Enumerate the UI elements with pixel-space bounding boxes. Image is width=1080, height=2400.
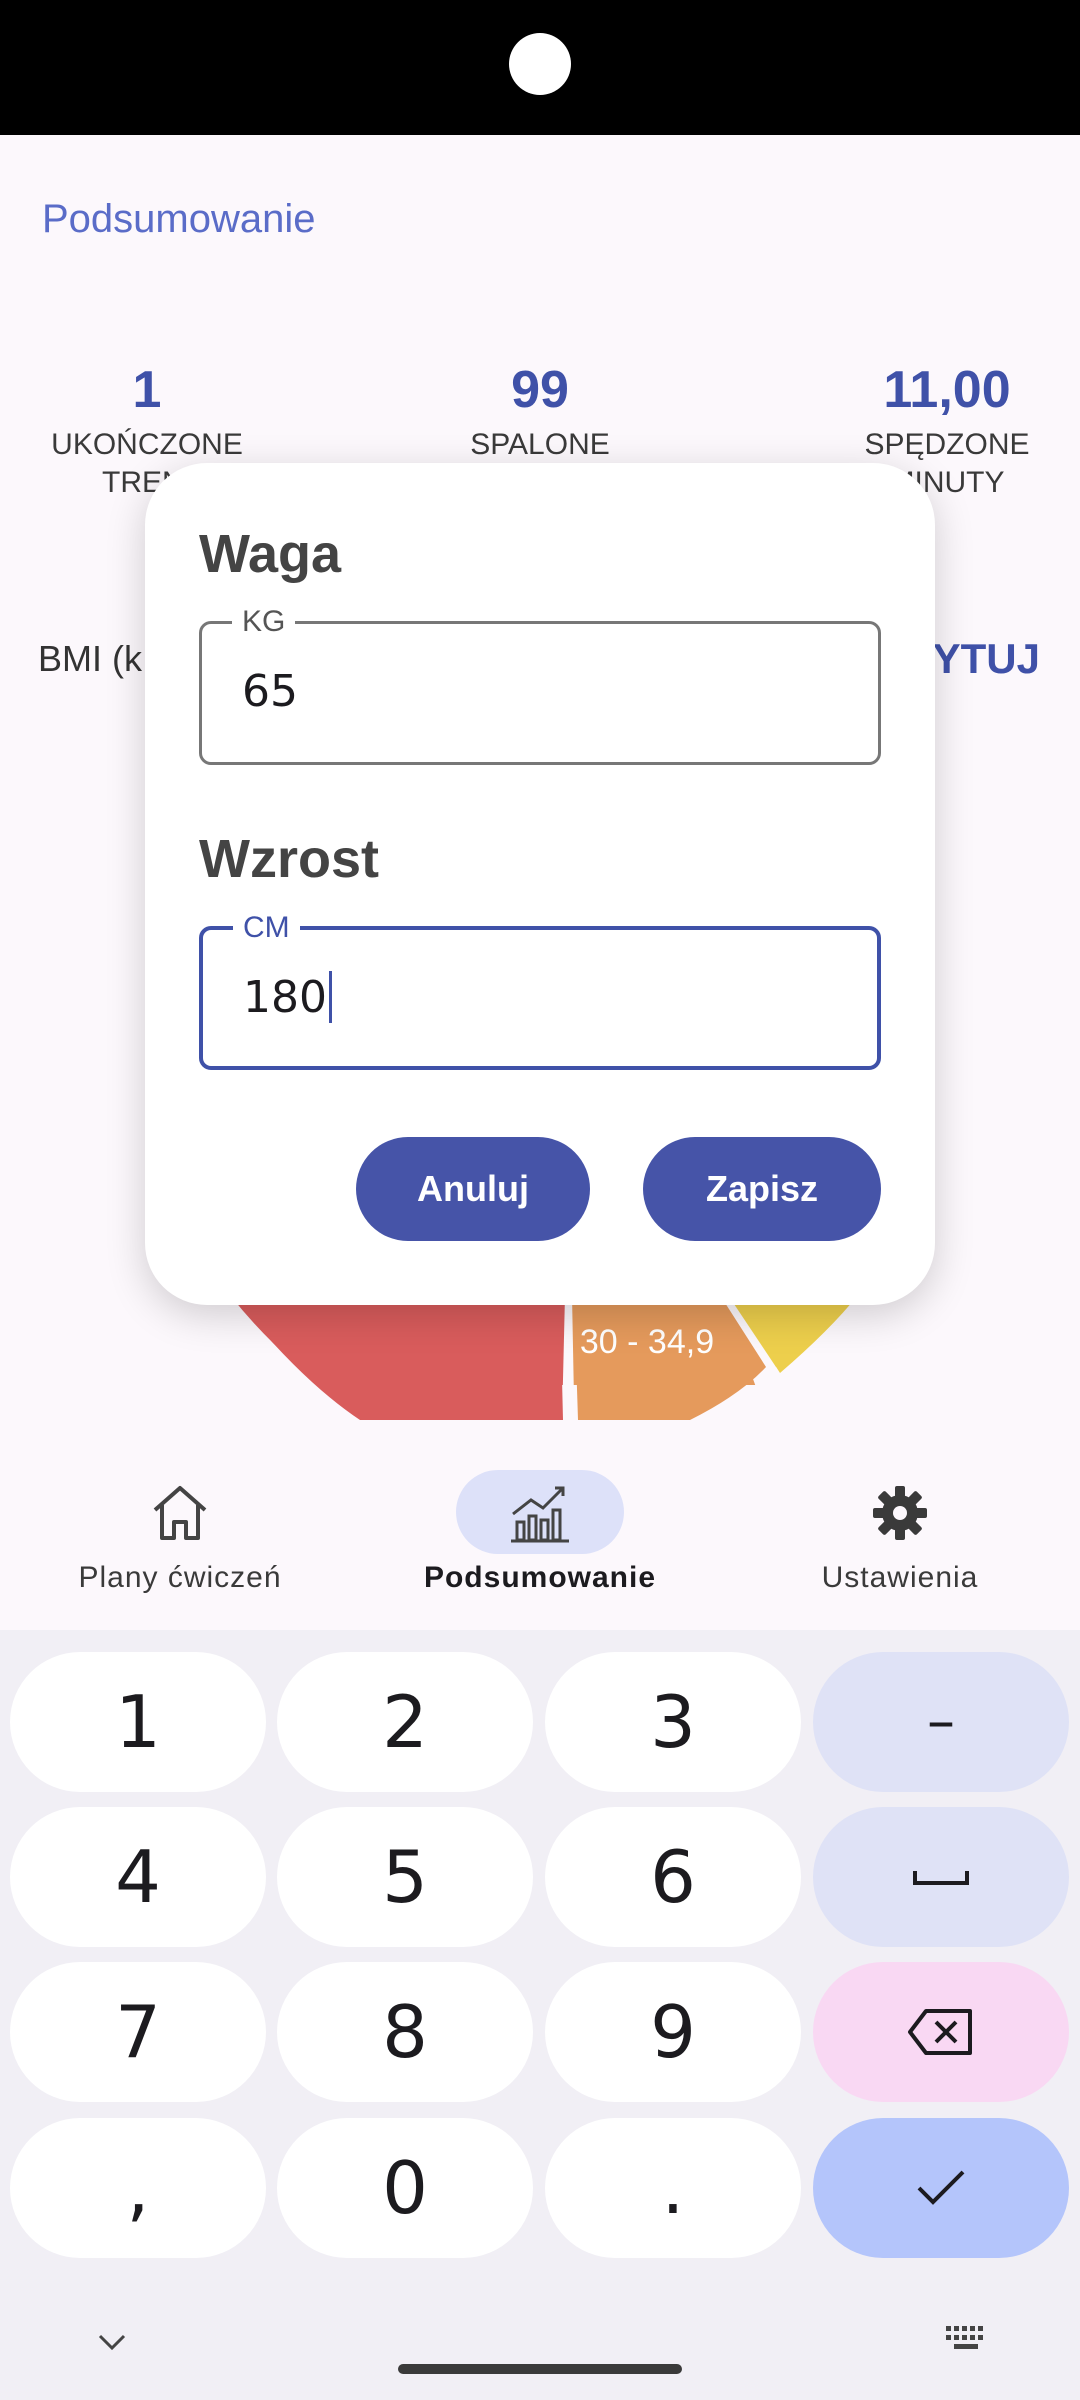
height-unit-label: CM: [233, 910, 300, 946]
nav-label: Podsumowanie: [423, 1561, 657, 1594]
home-icon: [153, 1486, 207, 1540]
bmi-segment-label: 30 - 34,9: [580, 1323, 714, 1361]
home-indicator[interactable]: [398, 2364, 682, 2374]
nav-label: Plany ćwiczeń: [78, 1561, 282, 1594]
backspace-icon: [908, 2009, 972, 2055]
stat-value: 99: [511, 361, 569, 419]
gear-icon: [873, 1486, 927, 1540]
key-backspace[interactable]: [813, 1962, 1069, 2102]
numeric-keyboard: 1 2 3 – 4 5 6 7 8 9 , 0 .: [0, 1630, 1080, 2400]
stat-label: SPĘDZONE: [864, 428, 1030, 461]
key-5[interactable]: 5: [277, 1807, 533, 1947]
stat-value: 1: [132, 361, 162, 419]
camera-cutout: [509, 33, 571, 95]
chart-icon: [511, 1486, 569, 1543]
height-field[interactable]: CM 180: [199, 910, 881, 1070]
space-icon: [913, 1871, 969, 1885]
weight-input[interactable]: 65: [242, 666, 298, 717]
key-3[interactable]: 3: [545, 1652, 801, 1792]
height-input-wrap[interactable]: 180: [243, 971, 332, 1023]
stat-value: 11,00: [883, 361, 1011, 419]
key-period[interactable]: .: [545, 2118, 801, 2258]
key-space[interactable]: [813, 1807, 1069, 1947]
nav-item-settings[interactable]: Ustawienia: [730, 1448, 1070, 1618]
stat-calories-burned: 99 SPALONE: [410, 360, 670, 464]
page-title: Podsumowanie: [42, 197, 316, 241]
stat-label: UKOŃCZONE: [51, 428, 243, 461]
key-7[interactable]: 7: [10, 1962, 266, 2102]
key-6[interactable]: 6: [545, 1807, 801, 1947]
key-comma[interactable]: ,: [10, 2118, 266, 2258]
key-done[interactable]: [813, 2118, 1069, 2258]
check-icon: [917, 2170, 965, 2205]
height-title: Wzrost: [199, 829, 379, 889]
key-8[interactable]: 8: [277, 1962, 533, 2102]
key-0[interactable]: 0: [277, 2118, 533, 2258]
key-minus[interactable]: –: [813, 1652, 1069, 1792]
height-input[interactable]: 180: [243, 972, 327, 1023]
status-bar: [0, 0, 1080, 135]
bmi-input-dialog: Waga KG 65 Wzrost CM 180 Anuluj Zapisz: [145, 463, 935, 1305]
nav-item-workout-plans[interactable]: Plany ćwiczeń: [10, 1448, 350, 1618]
edit-bmi-link[interactable]: YTUJ: [933, 635, 1040, 683]
weight-field[interactable]: KG 65: [199, 604, 881, 765]
cancel-button[interactable]: Anuluj: [356, 1137, 590, 1241]
key-9[interactable]: 9: [545, 1962, 801, 2102]
chevron-down-icon[interactable]: [92, 2322, 132, 2362]
weight-unit-label: KG: [232, 604, 296, 640]
key-2[interactable]: 2: [277, 1652, 533, 1792]
bottom-nav: Plany ćwiczeń Podsumowanie Ustawienia: [0, 1430, 1080, 1630]
bmi-segment-yellow: [730, 1295, 858, 1373]
save-button[interactable]: Zapisz: [643, 1137, 881, 1241]
nav-item-summary[interactable]: Podsumowanie: [370, 1448, 710, 1618]
stat-label: SPALONE: [470, 428, 610, 461]
text-caret: [328, 971, 332, 1023]
keyboard-icon[interactable]: [944, 2322, 990, 2356]
nav-label: Ustawienia: [821, 1561, 979, 1594]
key-1[interactable]: 1: [10, 1652, 266, 1792]
key-4[interactable]: 4: [10, 1807, 266, 1947]
weight-title: Waga: [199, 524, 342, 584]
bmi-label: BMI (k: [38, 638, 142, 679]
